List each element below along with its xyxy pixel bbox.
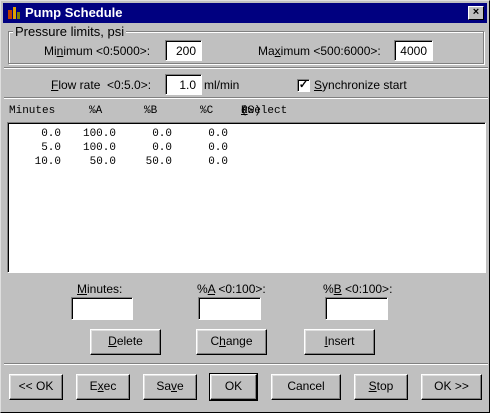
app-icon [8,7,20,19]
minimum-label-rest: imum <0:5000>: [63,44,151,58]
cell-b: 50.0 [145,156,172,168]
stop-label-rest: top [376,379,394,393]
percent-b-label-rest: <0:100>: [341,282,393,296]
table-row[interactable]: 5.0 100.0 0.0 0.0 [10,142,480,156]
synchronize-start-label[interactable]: Synchronize start [314,78,407,92]
column-header-b: %B [144,105,158,117]
percent-b-input[interactable] [325,297,388,320]
percent-a-input[interactable] [198,297,261,320]
schedule-list[interactable]: 0.0 100.0 0.0 0.0 5.0 100.0 0.0 0.0 10.0… [7,122,486,273]
cell-b: 0.0 [152,142,172,154]
delete-button[interactable]: Delete [90,329,161,355]
synchronize-start-label-rest: ynchronize start [322,78,407,92]
minimum-label: Minimum <0:5000>: [44,44,150,58]
pressure-limits-label: Pressure limits, psi [13,24,127,39]
maximum-label: Maximum <500:6000>: [258,44,381,58]
change-button[interactable]: Change [196,329,267,355]
close-button[interactable]: × [468,6,484,20]
minutes-edit-label: Minutes: [77,282,122,296]
insert-button[interactable]: Insert [304,329,375,355]
delete-key: D [108,334,117,348]
cell-c: 0.0 [208,156,228,168]
insert-label-rest: nsert [327,334,355,348]
percent-a-label-text: % [197,282,208,296]
cell-a: 100.0 [82,128,116,140]
column-header-c: %C [200,105,214,117]
minimum-pressure-input[interactable]: 200 [165,40,202,61]
close-icon: × [472,6,480,18]
maximum-label-rest: imum <500:6000>: [280,44,381,58]
separator [4,67,488,69]
change-label-text: C [210,334,220,348]
ok-button[interactable]: OK [209,373,258,401]
percent-b-label-text: % [323,282,334,296]
delete-label-rest: elete [116,334,143,348]
previous-ok-button[interactable]: << OK [9,374,63,400]
maximum-label-text: Ma [258,44,275,58]
pump-schedule-window: Pump Schedule × Pressure limits, psi Min… [0,0,490,413]
window-title: Pump Schedule [25,5,123,20]
title-bar[interactable]: Pump Schedule × [3,3,487,23]
cell-minutes: 0.0 [41,128,61,140]
stop-button[interactable]: Stop [354,374,408,400]
minimum-label-text: Mi [44,44,57,58]
percent-b-edit-label: %B <0:100>: [323,282,392,296]
change-label-rest: ange [225,334,253,348]
exec-button[interactable]: Exec [76,374,130,400]
cell-c: 0.0 [208,142,228,154]
separator [4,363,488,365]
cancel-button[interactable]: Cancel [271,374,341,400]
percent-a-edit-label: %A <0:100>: [197,282,266,296]
column-header-a: %A [89,105,103,117]
exec-label-text: E [89,379,98,393]
column-header-minutes: Minutes [9,105,56,117]
cell-minutes: 10.0 [34,156,61,168]
stop-key: S [368,379,377,393]
checkmark-icon: ✓ [298,79,309,91]
flow-rate-label: Flow rate <0:5.0>: [51,78,151,92]
change-key: h [219,334,226,348]
percent-a-label-key: A [207,282,216,296]
select-row-rest: ow) [241,105,261,117]
cell-b: 0.0 [152,128,172,140]
cell-minutes: 5.0 [41,142,61,154]
exec-label-rest: ec [103,379,117,393]
table-row[interactable]: 0.0 100.0 0.0 0.0 [10,128,480,142]
save-label-rest: e [177,379,184,393]
percent-a-label-rest: <0:100>: [215,282,266,296]
separator [4,97,488,99]
minutes-edit-label-rest: inutes: [87,282,123,296]
next-ok-button[interactable]: OK >> [421,374,482,400]
percent-b-label-key: B [333,282,342,296]
synchronize-start-label-key: S [314,78,323,92]
flow-rate-label-rest: low rate <0:5.0>: [58,78,152,92]
cell-c: 0.0 [208,128,228,140]
flow-rate-unit: ml/min [204,78,240,92]
table-row[interactable]: 10.0 50.0 50.0 0.0 [10,156,480,170]
flow-rate-input[interactable]: 1.0 [165,74,202,95]
synchronize-start-checkbox[interactable]: ✓ [297,79,310,92]
save-button[interactable]: Save [143,374,197,400]
minutes-input[interactable] [71,297,133,320]
minutes-edit-label-key: M [77,282,87,296]
cell-a: 100.0 [82,142,116,154]
save-label-text: Sa [156,379,171,393]
maximum-pressure-input[interactable]: 4000 [394,40,433,61]
cell-a: 50.0 [89,156,116,168]
